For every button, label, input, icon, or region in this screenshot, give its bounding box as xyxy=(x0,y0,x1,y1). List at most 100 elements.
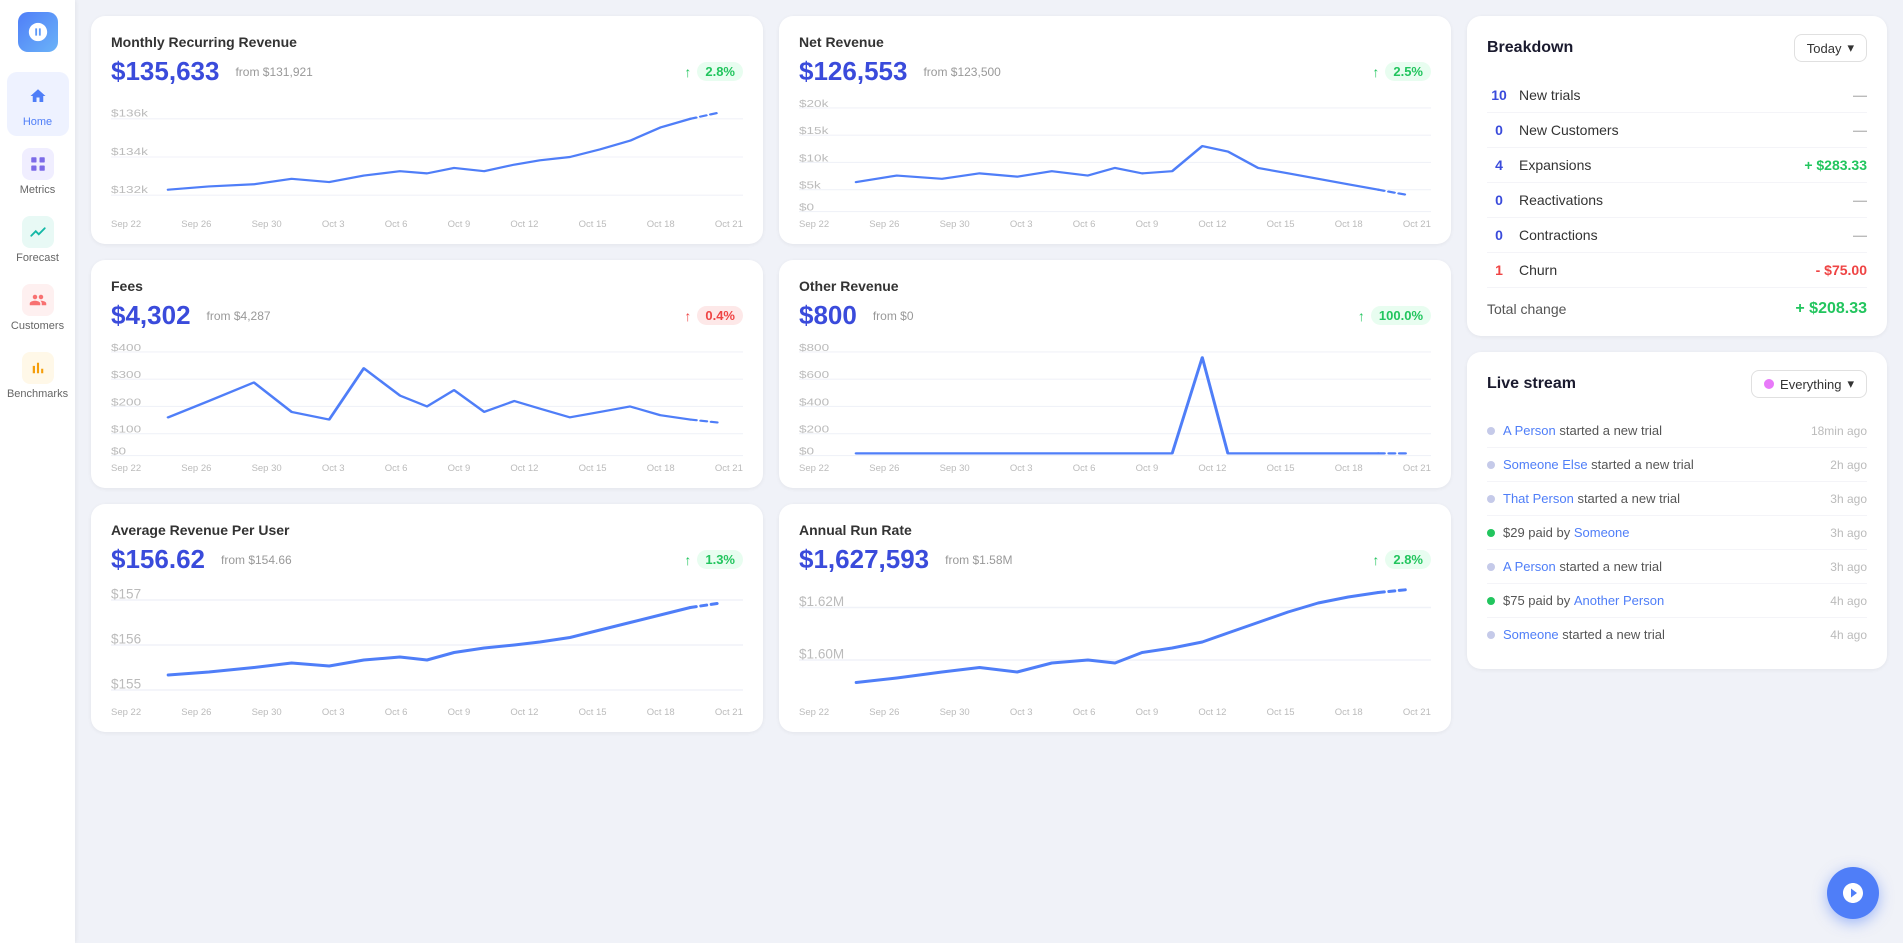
svg-text:$10k: $10k xyxy=(799,152,828,164)
chevron-down-icon-2: ▾ xyxy=(1847,376,1854,392)
chart-mrr-xlabels: Sep 22Sep 26Sep 30 Oct 3Oct 6Oct 9 Oct 1… xyxy=(111,219,743,230)
sidebar-label-customers: Customers xyxy=(11,320,64,332)
breakdown-num-4: 0 xyxy=(1487,227,1511,243)
app-logo[interactable] xyxy=(18,12,58,52)
breakdown-num-0: 10 xyxy=(1487,87,1511,103)
ls-time-2: 3h ago xyxy=(1830,492,1867,506)
card-fees-value: $4,302 xyxy=(111,300,191,331)
svg-text:$15k: $15k xyxy=(799,125,828,137)
svg-text:$100: $100 xyxy=(111,424,142,436)
ls-text-6: Someone started a new trial xyxy=(1503,627,1822,642)
card-net-revenue-from: from $123,500 xyxy=(923,65,1000,79)
sidebar-item-metrics[interactable]: Metrics xyxy=(7,140,69,204)
ls-dot-4 xyxy=(1487,563,1495,571)
ls-time-3: 3h ago xyxy=(1830,526,1867,540)
breakdown-row-0: 10 New trials — xyxy=(1487,78,1867,113)
chart-fees: $400 $300 $200 $100 $0 xyxy=(111,341,743,461)
breakdown-header: Breakdown Today ▾ xyxy=(1487,34,1867,62)
breakdown-num-1: 0 xyxy=(1487,122,1511,138)
svg-text:$1.60M: $1.60M xyxy=(799,647,844,662)
svg-text:$1.62M: $1.62M xyxy=(799,594,844,609)
breakdown-num-3: 0 xyxy=(1487,192,1511,208)
main-content: Monthly Recurring Revenue $135,633 from … xyxy=(75,0,1903,943)
ls-text-5: $75 paid by Another Person xyxy=(1503,593,1822,608)
ls-item-4: A Person started a new trial 3h ago xyxy=(1487,550,1867,584)
breakdown-label-5: Churn xyxy=(1519,262,1816,278)
breakdown-dropdown[interactable]: Today ▾ xyxy=(1794,34,1867,62)
card-mrr-from: from $131,921 xyxy=(235,65,312,79)
ls-time-4: 3h ago xyxy=(1830,560,1867,574)
ls-link-6[interactable]: Someone xyxy=(1503,627,1559,642)
ls-dot-5 xyxy=(1487,597,1495,605)
ls-link-0[interactable]: A Person xyxy=(1503,423,1556,438)
ls-link-2[interactable]: That Person xyxy=(1503,491,1574,506)
card-arr-value: $1,627,593 xyxy=(799,544,929,575)
breakdown-total-row: Total change + $208.33 xyxy=(1487,290,1867,318)
card-arpu-badge: 1.3% xyxy=(697,550,743,569)
ls-time-6: 4h ago xyxy=(1830,628,1867,642)
ls-item-6: Someone started a new trial 4h ago xyxy=(1487,618,1867,651)
ls-text-0: A Person started a new trial xyxy=(1503,423,1803,438)
ls-time-0: 18min ago xyxy=(1811,424,1867,438)
card-arr-from: from $1.58M xyxy=(945,553,1012,567)
card-mrr: Monthly Recurring Revenue $135,633 from … xyxy=(91,16,763,244)
ls-item-1: Someone Else started a new trial 2h ago xyxy=(1487,448,1867,482)
breakdown-row-1: 0 New Customers — xyxy=(1487,113,1867,148)
breakdown-value-5: - $75.00 xyxy=(1816,262,1867,278)
ls-link-5[interactable]: Another Person xyxy=(1574,593,1664,608)
livestream-dropdown[interactable]: Everything ▾ xyxy=(1751,370,1867,398)
sidebar-item-home[interactable]: Home xyxy=(7,72,69,136)
card-mrr-value: $135,633 xyxy=(111,56,219,87)
ls-link-3[interactable]: Someone xyxy=(1574,525,1630,540)
svg-text:$156: $156 xyxy=(111,632,141,647)
ls-dot-1 xyxy=(1487,461,1495,469)
everything-dot xyxy=(1764,379,1774,389)
svg-text:$600: $600 xyxy=(799,369,830,381)
ls-dot-3 xyxy=(1487,529,1495,537)
ls-time-1: 2h ago xyxy=(1830,458,1867,472)
svg-text:$0: $0 xyxy=(799,201,815,213)
breakdown-label-1: New Customers xyxy=(1519,122,1853,138)
livestream-dropdown-label: Everything xyxy=(1780,377,1841,392)
breakdown-row-5: 1 Churn - $75.00 xyxy=(1487,253,1867,288)
sidebar-label-benchmarks: Benchmarks xyxy=(7,388,68,400)
svg-text:$300: $300 xyxy=(111,369,142,381)
fab-button[interactable] xyxy=(1827,867,1879,919)
breakdown-value-2: + $283.33 xyxy=(1804,157,1867,173)
ls-dot-0 xyxy=(1487,427,1495,435)
ls-link-1[interactable]: Someone Else xyxy=(1503,457,1588,472)
breakdown-value-4: — xyxy=(1853,227,1867,243)
card-arpu-value: $156.62 xyxy=(111,544,205,575)
ls-dot-6 xyxy=(1487,631,1495,639)
ls-dot-2 xyxy=(1487,495,1495,503)
ls-item-5: $75 paid by Another Person 4h ago xyxy=(1487,584,1867,618)
card-net-revenue-value: $126,553 xyxy=(799,56,907,87)
card-fees-from: from $4,287 xyxy=(207,309,271,323)
sidebar-item-forecast[interactable]: Forecast xyxy=(7,208,69,272)
breakdown-label-4: Contractions xyxy=(1519,227,1853,243)
sidebar-item-customers[interactable]: Customers xyxy=(7,276,69,340)
ls-link-4[interactable]: A Person xyxy=(1503,559,1556,574)
card-net-revenue: Net Revenue $126,553 from $123,500 ↑ 2.5… xyxy=(779,16,1451,244)
card-net-revenue-title: Net Revenue xyxy=(799,34,1431,50)
sidebar-label-forecast: Forecast xyxy=(16,252,59,264)
breakdown-value-0: — xyxy=(1853,87,1867,103)
chart-other-revenue: $800 $600 $400 $200 $0 xyxy=(799,341,1431,461)
card-other-revenue-value: $800 xyxy=(799,300,857,331)
card-fees-badge: 0.4% xyxy=(697,306,743,325)
svg-text:$155: $155 xyxy=(111,677,141,692)
sidebar: Home Metrics Forecast Customers Benchmar… xyxy=(0,0,75,943)
right-panel: Breakdown Today ▾ 10 New trials — 0 New … xyxy=(1467,16,1887,927)
sidebar-item-benchmarks[interactable]: Benchmarks xyxy=(7,344,69,408)
card-arr-badge: 2.8% xyxy=(1385,550,1431,569)
breakdown-row-2: 4 Expansions + $283.33 xyxy=(1487,148,1867,183)
svg-text:$0: $0 xyxy=(799,445,815,457)
card-arpu-from: from $154.66 xyxy=(221,553,292,567)
breakdown-label-0: New trials xyxy=(1519,87,1853,103)
svg-text:$157: $157 xyxy=(111,587,141,602)
breakdown-num-5: 1 xyxy=(1487,262,1511,278)
svg-text:$20k: $20k xyxy=(799,98,828,110)
card-mrr-title: Monthly Recurring Revenue xyxy=(111,34,743,50)
svg-text:$400: $400 xyxy=(799,396,830,408)
charts-grid: Monthly Recurring Revenue $135,633 from … xyxy=(91,16,1451,927)
